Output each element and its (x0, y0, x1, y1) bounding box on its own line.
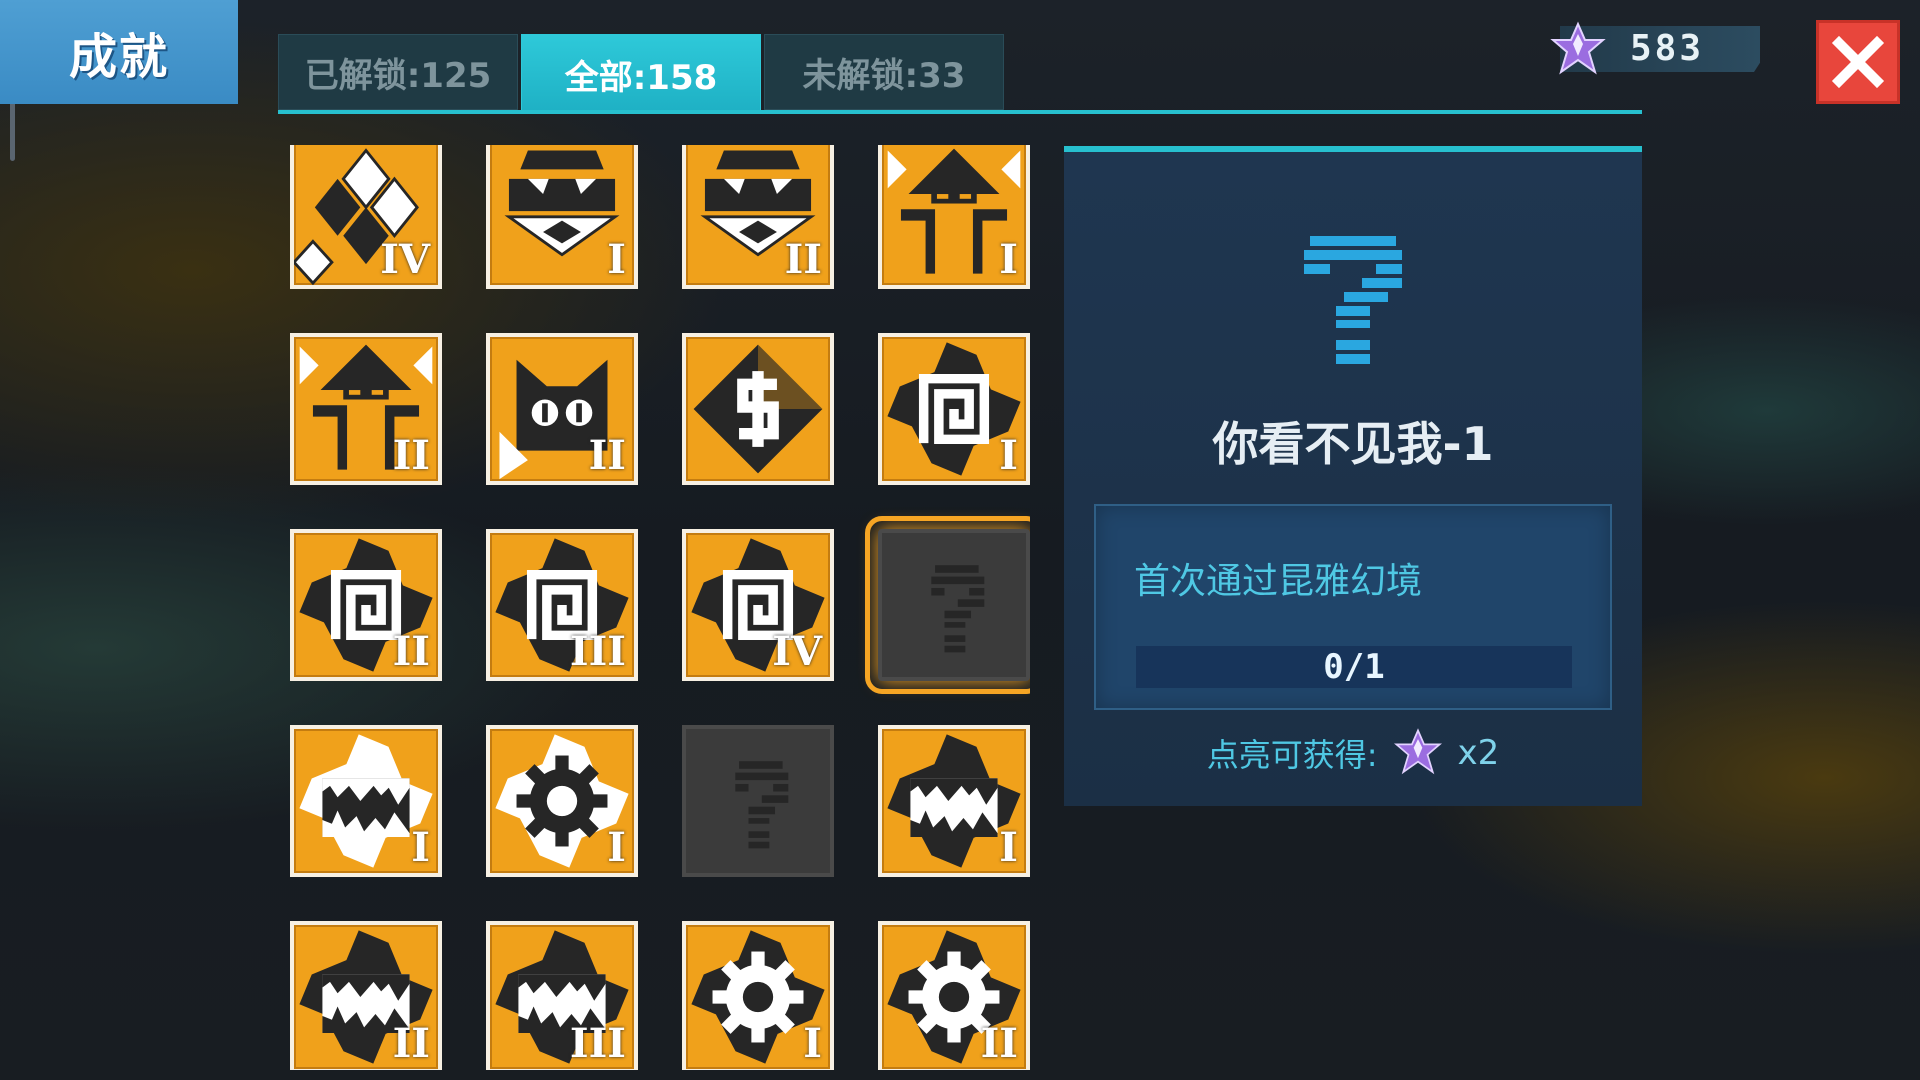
achievement-badge[interactable]: III (486, 921, 638, 1070)
achievement-badge[interactable] (682, 333, 834, 485)
badge-tier-label: II (392, 432, 430, 479)
page-title-text: 成就 (68, 29, 169, 85)
achievement-badge[interactable]: I (486, 145, 638, 289)
achievement-name: 你看不见我-1 (1212, 417, 1494, 471)
purple-star-gem-icon (1550, 21, 1606, 75)
achievement-badge[interactable]: II (682, 145, 834, 289)
purple-star-gem-icon (1393, 728, 1442, 775)
achievement-badge[interactable]: IV (290, 145, 442, 289)
achievement-badge[interactable]: III (486, 529, 638, 681)
badge-tier-label: II (980, 1020, 1018, 1067)
achievement-badge[interactable]: II (878, 921, 1030, 1070)
badge-tier-label: IV (380, 236, 430, 283)
achievement-badge[interactable]: II (486, 333, 638, 485)
badge-tier-label: I (999, 236, 1018, 283)
badge-tier-label: II (392, 628, 430, 675)
achievement-badge[interactable]: I (486, 725, 638, 877)
tab-all[interactable]: 全部:158 (521, 34, 761, 114)
tab-underline (278, 110, 1642, 114)
badge-tier-label: III (569, 628, 626, 675)
page-title: 成就 (0, 0, 238, 104)
badge-tier-label: III (569, 1020, 626, 1067)
dollar-icon (693, 344, 823, 474)
progress-text: 0/1 (1323, 647, 1385, 687)
question-mark-icon (931, 565, 985, 653)
tab-unlocked[interactable]: 已解锁:125 (278, 34, 518, 110)
achievement-badge[interactable]: I (878, 725, 1030, 877)
close-button[interactable] (1816, 20, 1900, 104)
badge-tier-label: I (607, 236, 626, 283)
requirement-box: 首次通过昆雅幻境 0/1 (1094, 504, 1612, 710)
achievement-badge[interactable]: II (290, 921, 442, 1070)
reward-row: 点亮可获得: x2 (1064, 728, 1642, 778)
requirement-text: 首次通过昆雅幻境 (1134, 561, 1423, 602)
badge-tier-label: I (999, 432, 1018, 479)
locked-achievement-badge[interactable] (682, 725, 834, 877)
achievement-badge[interactable]: IV (682, 529, 834, 681)
achievement-grid[interactable]: IV I II I II II I II III IV I I I II III… (290, 145, 1030, 1070)
question-mark-icon (735, 761, 789, 849)
achievement-detail-panel: 你看不见我-1 首次通过昆雅幻境 0/1 点亮可获得: x2 (1064, 146, 1642, 806)
badge-tier-label: II (784, 236, 822, 283)
question-mark-icon (1304, 236, 1402, 364)
badge-tier-label: I (999, 824, 1018, 871)
badge-tier-label: I (411, 824, 430, 871)
tab-bar: 已解锁:125 全部:158 未解锁:33 (278, 34, 1642, 114)
badge-tier-label: IV (772, 628, 822, 675)
achievement-badge[interactable]: I (878, 145, 1030, 289)
achievement-badge[interactable]: I (290, 725, 442, 877)
achievement-badge[interactable]: I (682, 921, 834, 1070)
currency-value: 583 (1630, 28, 1705, 69)
achievement-badge[interactable]: II (290, 333, 442, 485)
progress-bar: 0/1 (1136, 646, 1572, 688)
close-icon (1831, 35, 1885, 89)
locked-achievement-badge[interactable] (865, 516, 1030, 694)
badge-tier-label: II (392, 1020, 430, 1067)
tab-locked[interactable]: 未解锁:33 (764, 34, 1004, 110)
achievement-badge[interactable]: II (290, 529, 442, 681)
achievement-badge[interactable]: I (878, 333, 1030, 485)
badge-tier-label: I (803, 1020, 822, 1067)
reward-label: 点亮可获得: (1206, 736, 1378, 774)
badge-tier-label: II (588, 432, 626, 479)
badge-tier-label: I (607, 824, 626, 871)
reward-count: x2 (1457, 733, 1500, 773)
